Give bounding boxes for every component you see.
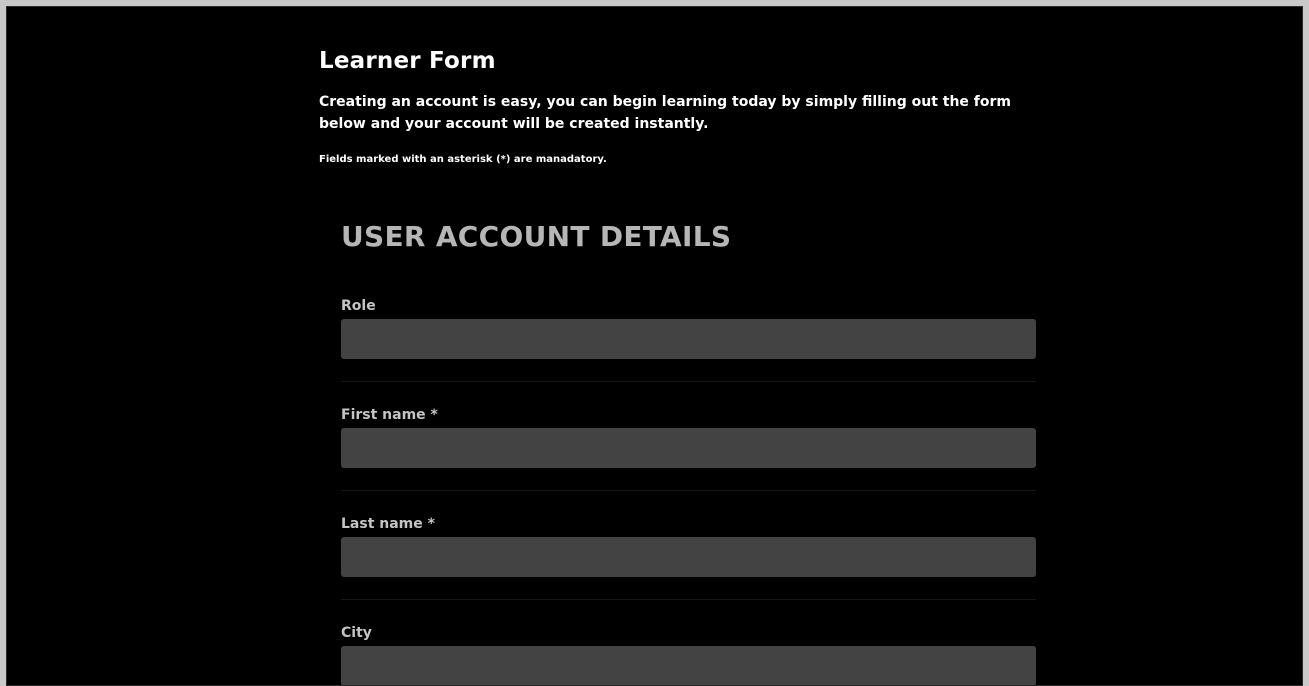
role-label: Role — [341, 298, 376, 314]
city-label: City — [341, 625, 372, 641]
city-input[interactable] — [341, 646, 1036, 685]
first-name-field-group: First name * — [341, 406, 1036, 491]
last-name-input[interactable] — [341, 537, 1036, 577]
intro-text: Creating an account is easy, you can beg… — [319, 94, 1011, 132]
page-title: Learner Form — [319, 48, 496, 74]
city-field-group: City — [341, 624, 1036, 685]
intro-section: Learner Form Creating an account is easy… — [319, 47, 1079, 167]
page-frame: Learner Form Creating an account is easy… — [6, 6, 1303, 686]
role-field-group: Role — [341, 297, 1036, 382]
last-name-label: Last name * — [341, 516, 435, 532]
learner-form: USER ACCOUNT DETAILS Role First name * L… — [341, 217, 1036, 685]
first-name-input[interactable] — [341, 428, 1036, 468]
section-heading: USER ACCOUNT DETAILS — [341, 220, 732, 253]
first-name-label: First name * — [341, 407, 438, 423]
last-name-field-group: Last name * — [341, 515, 1036, 600]
mandatory-note: Fields marked with an asterisk (*) are m… — [319, 154, 607, 165]
role-input[interactable] — [341, 319, 1036, 359]
